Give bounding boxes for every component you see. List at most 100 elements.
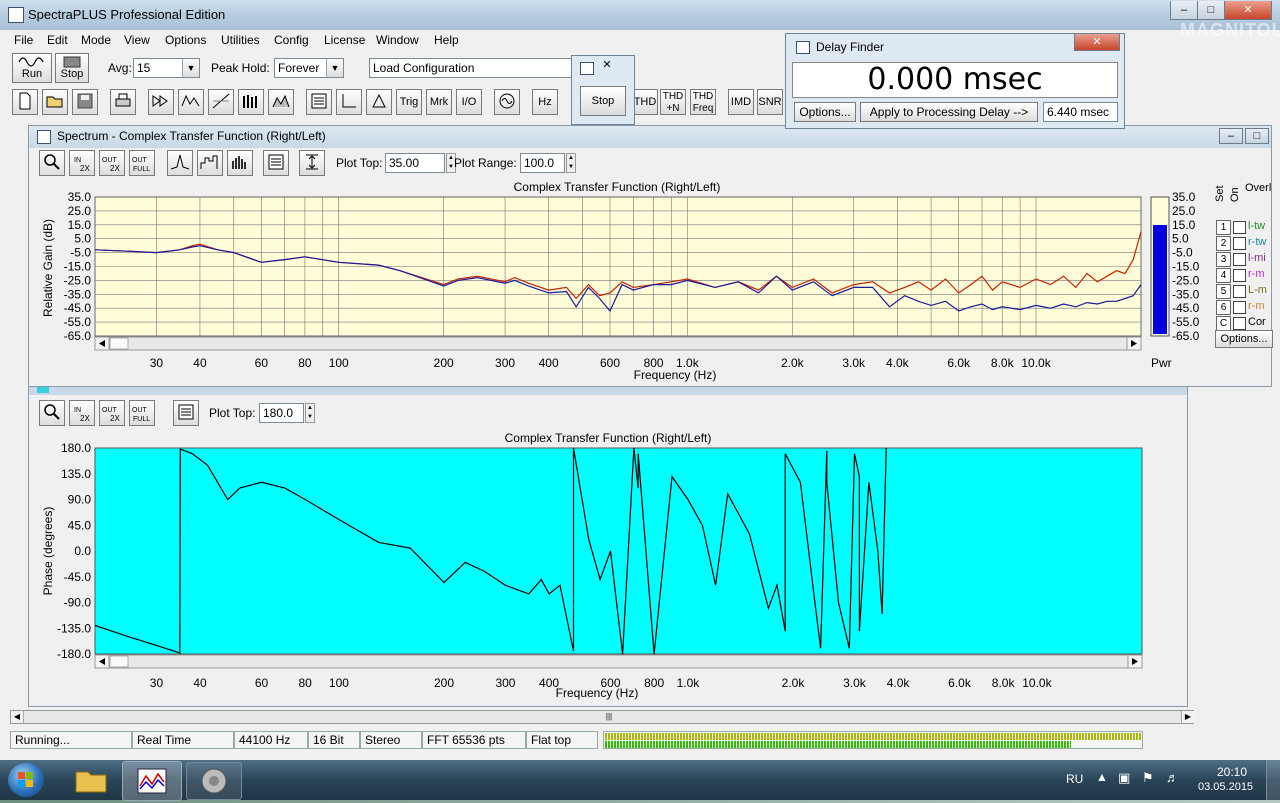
snr-button[interactable]: SNR xyxy=(757,89,783,115)
menu-license[interactable]: License xyxy=(324,33,365,47)
menu-file[interactable]: File xyxy=(14,33,33,47)
spectrogram-button[interactable] xyxy=(238,89,264,115)
stop-window-button[interactable]: Stop xyxy=(580,86,626,116)
phase-zoom-button[interactable] xyxy=(39,400,65,426)
delay-finder-close-button[interactable]: ✕ xyxy=(1074,34,1120,51)
network-icon[interactable]: ▣ xyxy=(1118,770,1130,786)
overlay-checkbox[interactable] xyxy=(1233,285,1246,298)
trigger-button[interactable]: Trig xyxy=(396,89,422,115)
phase-plot-top-input[interactable]: 180.0 xyxy=(259,403,304,423)
show-desktop-button[interactable] xyxy=(1266,760,1280,800)
zoom-in-2x-button[interactable]: IN 2X xyxy=(69,150,95,176)
time-series-button[interactable] xyxy=(208,89,234,115)
overlay-set-3[interactable]: 3 xyxy=(1216,252,1231,267)
scale-button[interactable] xyxy=(336,89,362,115)
overlay-checkbox[interactable] xyxy=(1233,317,1246,330)
menu-options[interactable]: Options xyxy=(165,33,206,47)
phase-scroll-thumb[interactable] xyxy=(109,655,129,668)
menu-mode[interactable]: Mode xyxy=(81,33,111,47)
volume-icon[interactable]: ♬ xyxy=(1166,770,1179,785)
plot-range-input[interactable]: 100.0 xyxy=(520,153,565,173)
phase-zoom-out-2x-button[interactable]: OUT 2X xyxy=(99,400,125,426)
marker-button[interactable]: Mrk xyxy=(426,89,452,115)
overlay-set-5[interactable]: 5 xyxy=(1216,284,1231,299)
print-button[interactable] xyxy=(110,89,136,115)
thd-n-button[interactable]: THD +N xyxy=(660,89,686,115)
language-indicator[interactable]: RU xyxy=(1066,772,1083,786)
configuration-select[interactable]: Load Configuration xyxy=(369,58,574,78)
zoom-out-full-button[interactable]: OUT FULL xyxy=(129,150,155,176)
stop-button[interactable]: Stop xyxy=(55,53,89,83)
close-button[interactable]: ✕ xyxy=(1224,1,1272,20)
menu-help[interactable]: Help xyxy=(434,33,459,47)
io-button[interactable]: I/O xyxy=(456,89,482,115)
peak-hold-select[interactable]: Forever ▼ xyxy=(274,58,344,78)
settings-panel-button[interactable] xyxy=(306,89,332,115)
overlay-checkbox[interactable] xyxy=(1233,221,1246,234)
delay-options-button[interactable]: Options... xyxy=(794,102,856,122)
stop-window-close-icon[interactable]: ✕ xyxy=(600,58,614,72)
maximize-button[interactable]: □ xyxy=(1197,1,1225,20)
overlay-set-6[interactable]: 6 xyxy=(1216,300,1231,315)
overlay-checkbox[interactable] xyxy=(1233,253,1246,266)
plot-range-spinner[interactable]: ▲ ▼ xyxy=(566,153,576,173)
spectrum-scrollbar[interactable] xyxy=(94,336,1142,351)
spectrum-view-button[interactable] xyxy=(178,89,204,115)
overlay-checkbox[interactable] xyxy=(1233,237,1246,250)
overlay-checkbox[interactable] xyxy=(1233,301,1246,314)
hz-button[interactable]: Hz xyxy=(532,89,558,115)
auto-scale-button[interactable] xyxy=(299,150,325,176)
new-file-button[interactable] xyxy=(12,89,38,115)
scroll-grip-icon[interactable]: ||| xyxy=(603,712,615,722)
spectrum-minimize-button[interactable]: – xyxy=(1219,128,1243,144)
apply-processing-delay-button[interactable]: Apply to Processing Delay --> xyxy=(860,102,1038,122)
avg-select[interactable]: 15 ▼ xyxy=(133,58,200,78)
clock-time[interactable]: 20:10 xyxy=(1212,765,1252,779)
spectrum-scroll-thumb[interactable] xyxy=(109,337,129,350)
bar-graph-button[interactable] xyxy=(227,150,253,176)
overlay-set-4[interactable]: 4 xyxy=(1216,268,1231,283)
open-file-button[interactable] xyxy=(42,89,68,115)
overlay-options-button[interactable]: Options... xyxy=(1215,330,1273,348)
clock-date[interactable]: 03.05.2015 xyxy=(1198,781,1253,793)
menu-view[interactable]: View xyxy=(124,33,150,47)
phase-zoom-out-full-button[interactable]: OUT FULL xyxy=(129,400,155,426)
spectrum-maximize-button[interactable]: □ xyxy=(1245,128,1269,144)
spectrum-settings-button[interactable] xyxy=(263,150,289,176)
overlay-set-1[interactable]: 1 xyxy=(1216,220,1231,235)
taskbar-explorer[interactable] xyxy=(66,762,116,798)
overlay-set-C[interactable]: C xyxy=(1216,316,1231,331)
imd-button[interactable]: IMD xyxy=(728,89,754,115)
overlay-checkbox[interactable] xyxy=(1233,269,1246,282)
thd-button[interactable]: THD xyxy=(632,89,658,115)
run-button[interactable]: Run xyxy=(12,53,52,83)
scroll-right-arrow-icon[interactable]: ▶ xyxy=(1181,711,1194,723)
taskbar-spectraplus[interactable] xyxy=(122,761,182,801)
plot-top-input[interactable]: 35.00 xyxy=(385,153,445,173)
phase-scrollbar[interactable] xyxy=(94,654,1143,669)
3d-surface-button[interactable] xyxy=(268,89,294,115)
phase-plot-top-spinner[interactable]: ▲ ▼ xyxy=(305,403,315,423)
oscillator-button[interactable] xyxy=(494,89,520,115)
thd-freq-button[interactable]: THD Freq xyxy=(690,89,716,115)
taskbar-audio-app[interactable] xyxy=(186,762,242,800)
octave-bars-button[interactable] xyxy=(197,150,223,176)
spectrum-chart[interactable]: Complex Transfer Function (Right/Left) 3… xyxy=(29,178,1273,388)
line-graph-button[interactable] xyxy=(167,150,193,176)
scroll-left-arrow-icon[interactable]: ◀ xyxy=(11,711,24,723)
fast-forward-button[interactable] xyxy=(148,89,174,115)
tray-expand-icon[interactable]: ▲ xyxy=(1096,770,1108,784)
minimize-button[interactable]: – xyxy=(1170,1,1198,20)
save-button[interactable] xyxy=(72,89,98,115)
overlay-set-2[interactable]: 2 xyxy=(1216,236,1231,251)
menu-config[interactable]: Config xyxy=(274,33,309,47)
menu-edit[interactable]: Edit xyxy=(47,33,68,47)
start-button[interactable] xyxy=(8,763,44,797)
phase-settings-button[interactable] xyxy=(173,400,199,426)
menu-window[interactable]: Window xyxy=(376,33,419,47)
zoom-out-2x-button[interactable]: OUT 2X xyxy=(99,150,125,176)
zoom-button[interactable] xyxy=(39,150,65,176)
phase-zoom-in-2x-button[interactable]: IN 2X xyxy=(69,400,95,426)
action-center-icon[interactable]: ⚑ xyxy=(1142,770,1154,786)
phase-chart[interactable]: Complex Transfer Function (Right/Left) 1… xyxy=(29,429,1187,705)
